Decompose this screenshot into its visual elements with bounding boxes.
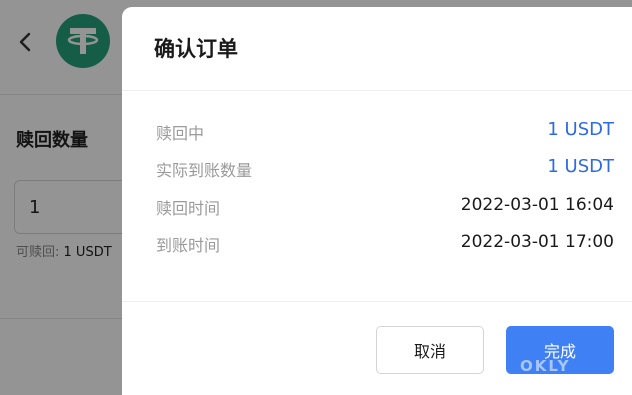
actual-received-value: 1 USDT xyxy=(547,156,614,177)
dialog-footer-divider xyxy=(122,301,632,302)
redeeming-value: 1 USDT xyxy=(547,119,614,140)
watermark-logo: OKLY xyxy=(520,357,571,375)
redeeming-label: 赎回中 xyxy=(156,124,205,143)
cancel-button[interactable]: 取消 xyxy=(376,326,484,374)
app-stage: 赎回数量 1 可赎回: 1 USDT 确认订单 赎回中 1 USDT 实际到账数… xyxy=(0,0,632,395)
confirm-order-dialog: 确认订单 赎回中 1 USDT 实际到账数量 1 USDT 赎回时间 2022-… xyxy=(122,7,632,395)
arrival-time-label: 到账时间 xyxy=(156,236,221,255)
redeem-time-label: 赎回时间 xyxy=(156,199,221,218)
actual-received-label: 实际到账数量 xyxy=(156,161,253,180)
arrival-time-value: 2022-03-01 17:00 xyxy=(460,232,614,252)
dialog-title: 确认订单 xyxy=(154,37,238,61)
dialog-title-divider xyxy=(122,90,632,91)
redeem-time-value: 2022-03-01 16:04 xyxy=(460,195,614,215)
